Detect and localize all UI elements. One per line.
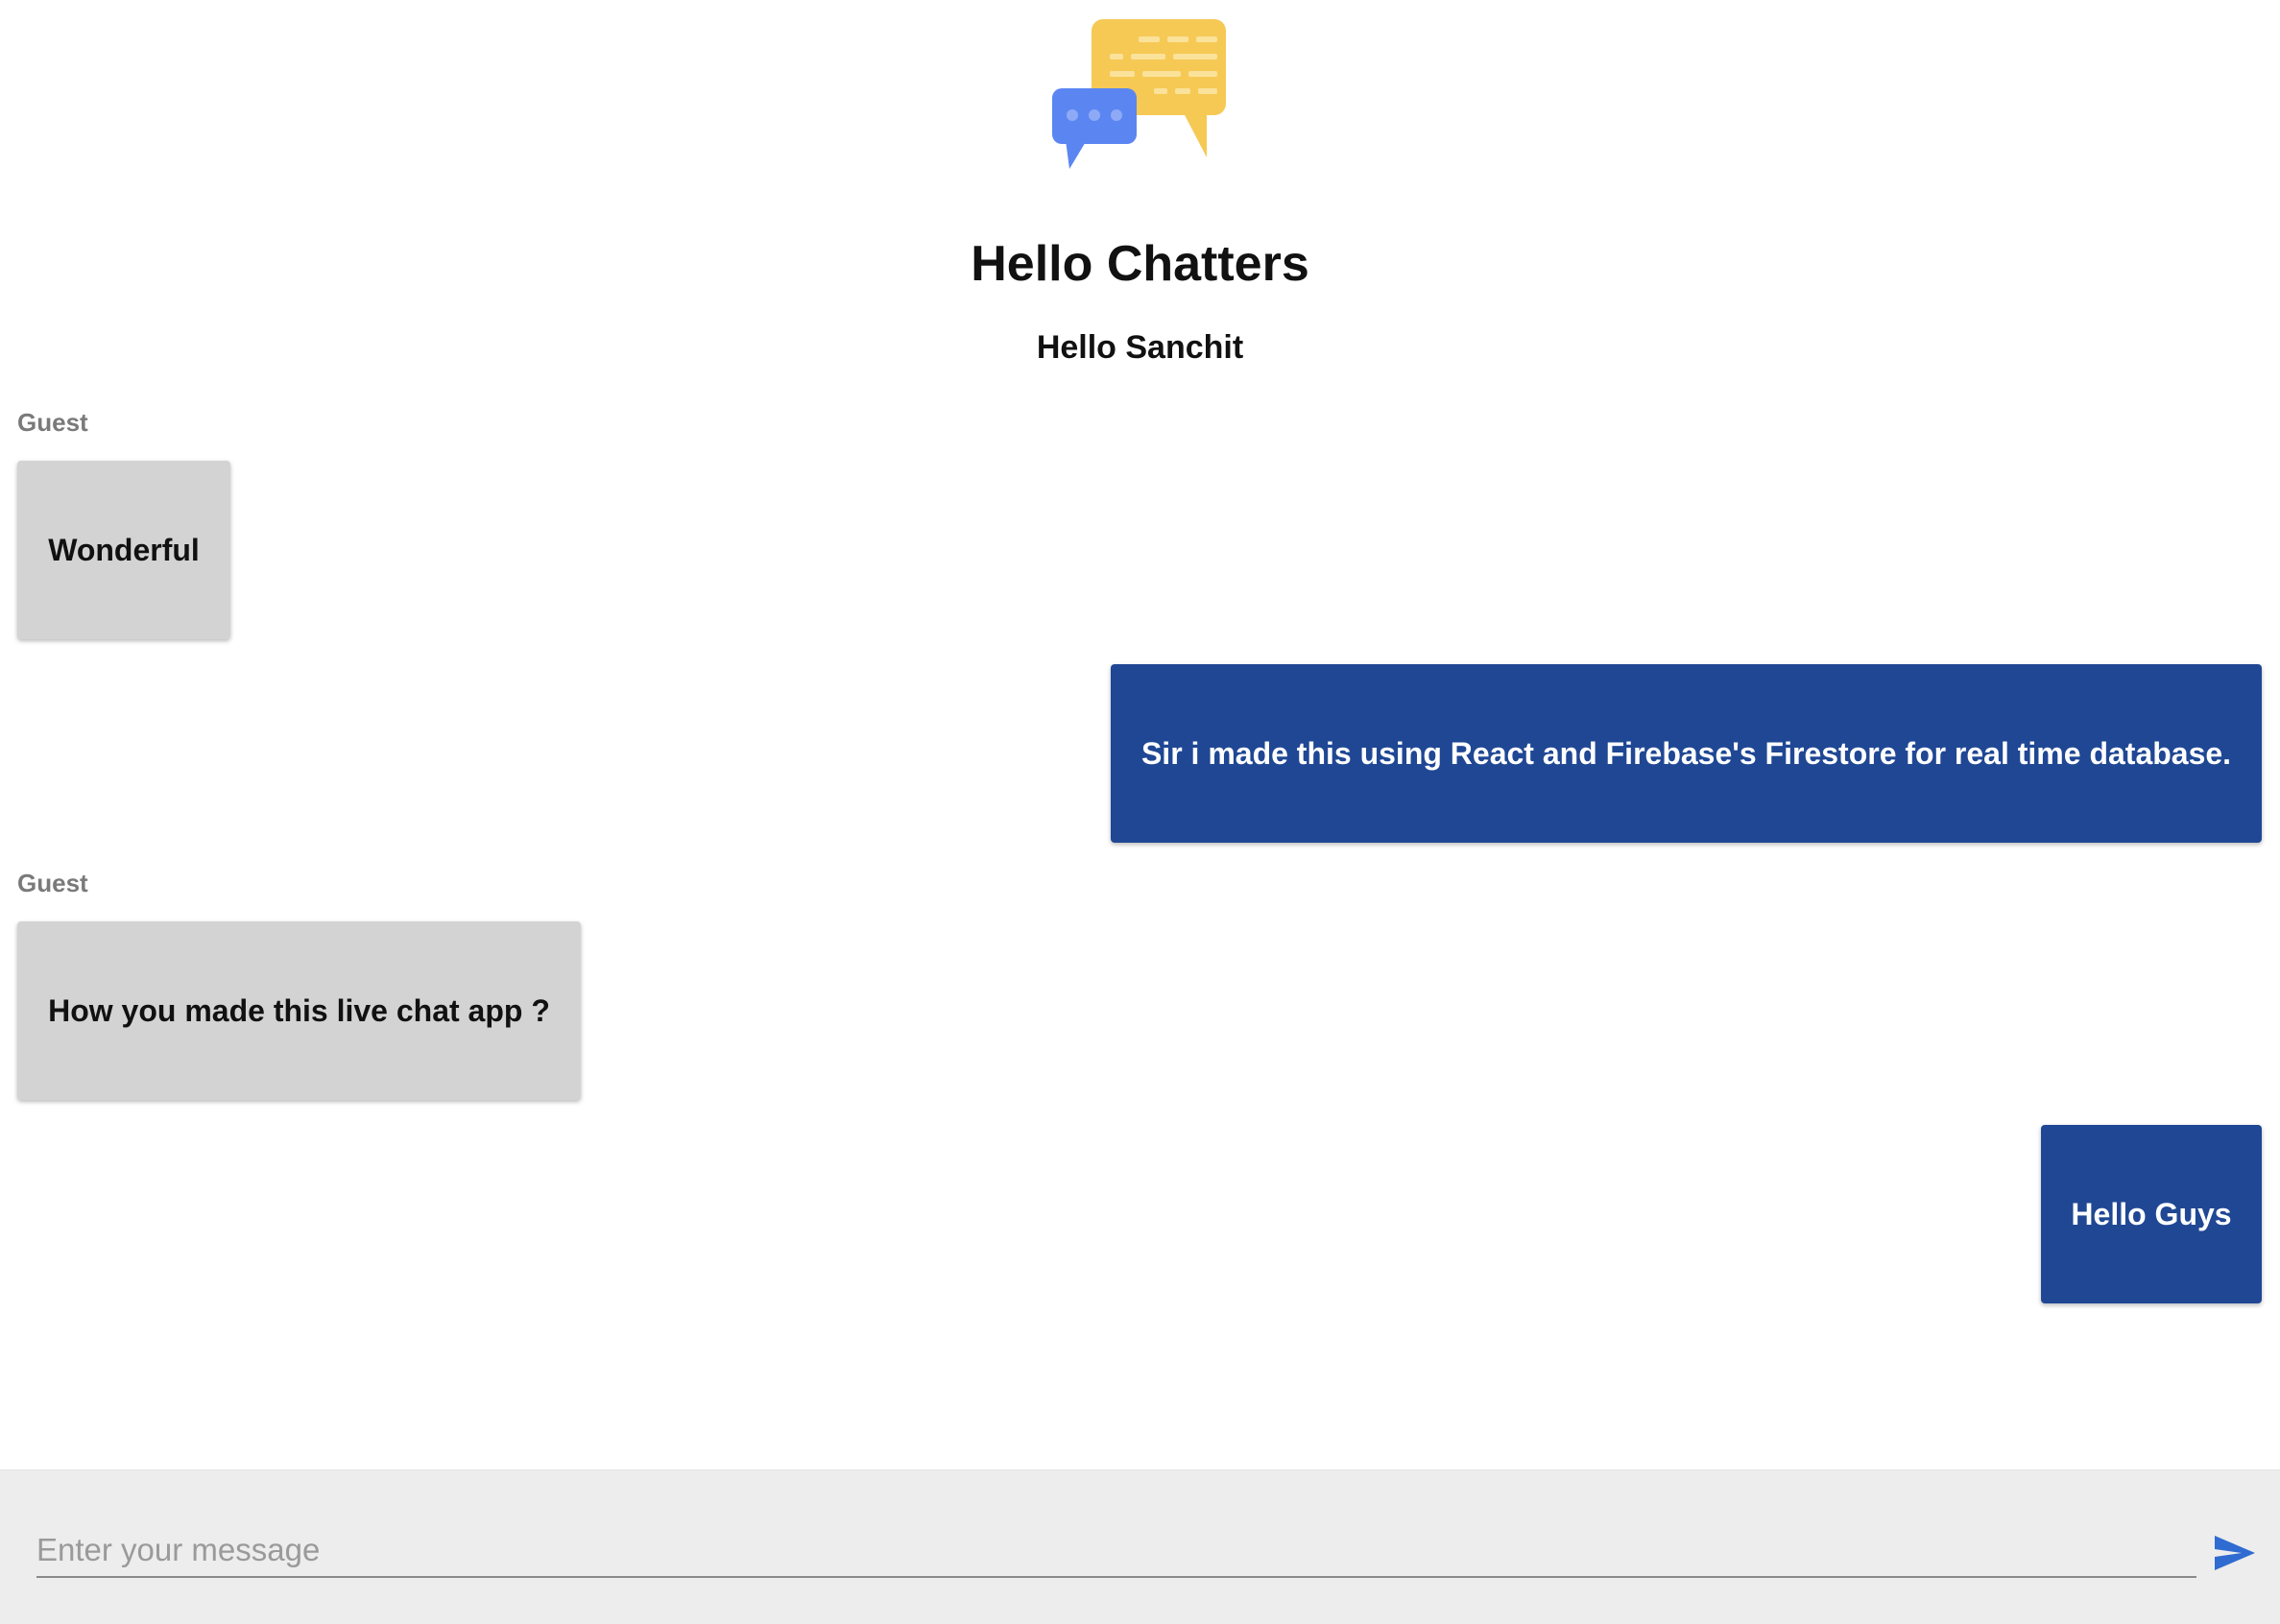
page-title: Hello Chatters <box>971 236 1309 292</box>
guest-message-bubble: Wonderful <box>17 461 230 639</box>
message-sender-label: Guest <box>17 869 88 897</box>
guest-message-bubble: How you made this live chat app ? <box>17 921 581 1100</box>
send-icon <box>2215 1536 2255 1570</box>
own-message-bubble: Sir i made this using React and Firebase… <box>1111 664 2262 843</box>
own-message-bubble: Hello Guys <box>2041 1125 2262 1303</box>
chat-bubbles-icon <box>1048 15 1231 171</box>
chat-page: Hello Chatters Hello Sanchit Guest Wonde… <box>0 0 2280 1624</box>
message-composer <box>0 1469 2280 1624</box>
message-input[interactable] <box>36 1524 2196 1578</box>
message-sender-label: Guest <box>17 408 88 437</box>
send-button[interactable] <box>2208 1526 2262 1580</box>
user-greeting: Hello Sanchit <box>1036 329 1244 366</box>
